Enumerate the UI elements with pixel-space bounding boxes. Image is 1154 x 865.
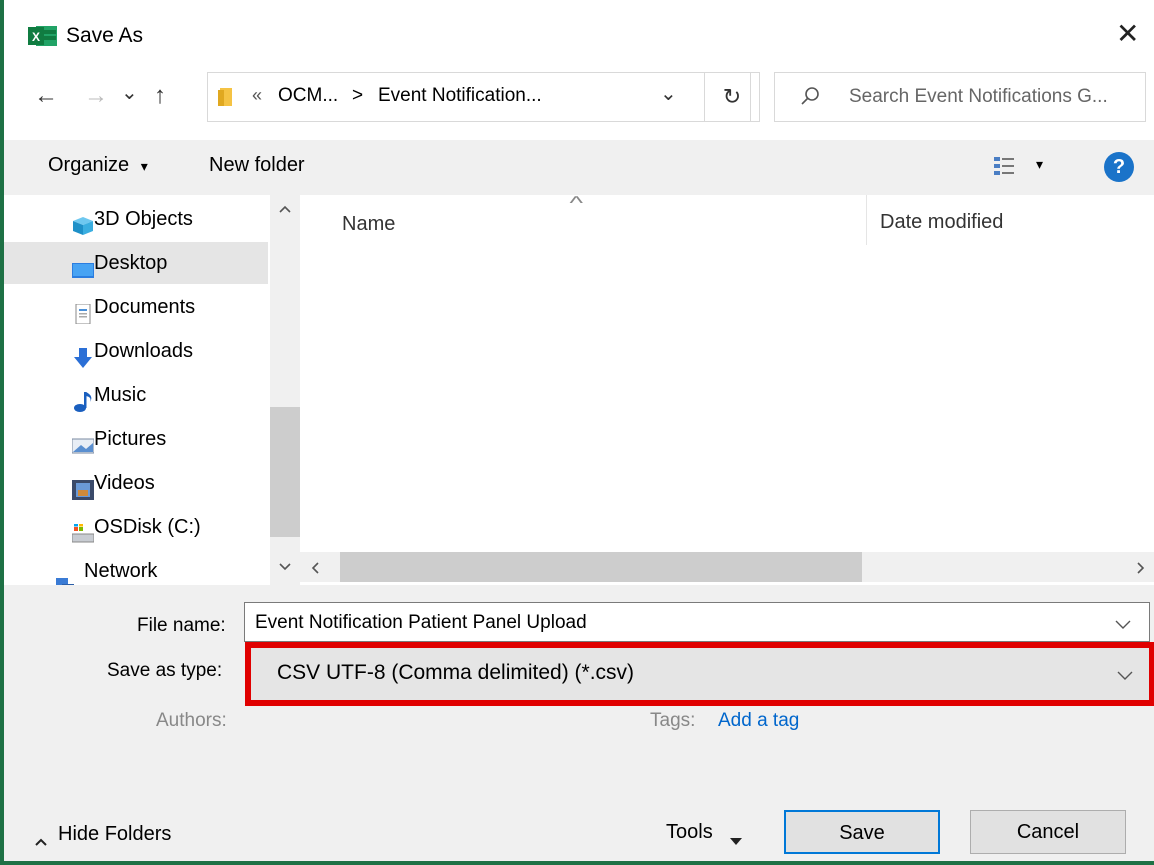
sidebar-item-label: OSDisk (C:) [94,516,201,538]
save-as-type-dropdown[interactable]: CSV UTF-8 (Comma delimited) (*.csv) [251,648,1149,700]
close-button[interactable]: ✕ [1116,20,1139,48]
sidebar-item-network[interactable]: Network [4,558,268,585]
hide-folders-label: Hide Folders [58,823,172,845]
sidebar-item-label: Desktop [94,252,168,274]
documents-icon [72,297,94,325]
cancel-button[interactable]: Cancel [970,810,1126,854]
address-segment-ocm[interactable]: OCM... [278,85,338,107]
chevron-down-icon [1117,668,1133,680]
file-name-field[interactable]: Event Notification Patient Panel Upload [244,602,1150,642]
sidebar-item-downloads[interactable]: Downloads [4,330,268,372]
sidebar-item-documents[interactable]: Documents [4,286,268,328]
svg-text:X: X [32,30,40,44]
file-name-label: File name: [137,615,226,636]
music-icon [72,385,94,412]
view-icon [994,156,1016,176]
cube-icon [72,209,94,235]
save-as-type-label: Save as type: [107,660,223,681]
view-options-button[interactable]: ▾ [994,152,1054,182]
search-box[interactable]: Search Event Notifications G... [774,72,1146,122]
save-options-panel: File name: Event Notification Patient Pa… [4,585,1154,861]
refresh-button[interactable]: ↻ [704,72,760,122]
file-list-horizontal-scrollbar[interactable] [300,552,1154,582]
address-bar[interactable]: « OCM... > Event Notification... ⌄ [207,72,751,122]
sidebar-item-label: Music [94,384,147,406]
scroll-up-arrow[interactable] [279,201,291,213]
help-icon: ? [1112,156,1126,178]
save-button[interactable]: Save [784,810,940,854]
pictures-icon [71,429,95,454]
sidebar-item-label: Videos [94,472,155,494]
title-bar: X Save As ✕ [4,0,1154,70]
scroll-thumb[interactable] [340,552,862,582]
scroll-down-arrow[interactable] [279,559,291,571]
sidebar-item-osdisk[interactable]: OSDisk (C:) [4,506,268,548]
excel-icon: X [28,24,58,48]
column-divider [866,195,867,245]
sidebar-item-label: Documents [94,296,196,318]
sidebar-item-label: Network [84,560,158,582]
window-title: Save As [66,24,144,47]
folder-icon [218,86,236,108]
tools-dropdown-button[interactable]: Tools [666,821,743,845]
address-separator: > [352,85,364,106]
file-name-value: Event Notification Patient Panel Upload [255,612,587,633]
videos-icon [72,473,94,500]
command-toolbar: Organize ▾ New folder ▾ ? [4,140,1154,195]
chevron-down-icon: ▾ [1036,156,1044,172]
caret-down-icon [730,829,743,845]
hide-folders-button[interactable]: Hide Folders [34,823,171,846]
desktop-icon [72,253,94,278]
sidebar-item-music[interactable]: Music [4,374,268,416]
tags-label: Tags: [650,710,696,731]
scroll-right-arrow[interactable] [1136,561,1146,574]
scroll-thumb[interactable] [270,407,300,537]
column-header-name[interactable]: Name [342,213,395,236]
authors-label: Authors: [156,710,227,731]
download-icon [72,341,94,368]
chevron-down-icon: ▾ [140,158,148,174]
tags-input[interactable]: Add a tag [718,710,799,732]
sort-indicator-icon: ^ [569,193,583,213]
save-as-type-value: CSV UTF-8 (Comma delimited) (*.csv) [277,661,635,684]
sidebar-item-pictures[interactable]: Pictures [4,418,268,460]
navigation-pane[interactable]: 3D Objects Desktop Documents Downloads M… [4,195,270,585]
search-placeholder: Search Event Notifications G... [849,86,1108,107]
navigation-pane-scrollbar[interactable] [270,195,300,585]
sidebar-item-label: 3D Objects [94,208,193,230]
sidebar-item-3d-objects[interactable]: 3D Objects [4,198,268,240]
new-folder-button[interactable]: New folder [209,154,305,177]
address-dropdown-arrow[interactable]: ⌄ [660,81,677,106]
file-list[interactable]: ^ Name Date modified [300,193,1154,585]
sidebar-item-label: Pictures [94,428,167,450]
drive-icon [71,517,95,543]
forward-button[interactable]: → [84,82,108,110]
recent-locations-button[interactable]: ⌄ [121,80,138,105]
sidebar-item-videos[interactable]: Videos [4,462,268,504]
save-as-dialog: X Save As ✕ ← → ⌄ ↑ « OCM... > Event Not… [0,0,1154,865]
tools-label: Tools [666,821,713,843]
search-icon [799,85,821,107]
chevron-down-icon [1115,617,1131,629]
up-button[interactable]: ↑ [154,82,166,110]
sidebar-item-desktop[interactable]: Desktop [4,242,268,284]
sidebar-item-label: Downloads [94,340,193,362]
address-overflow[interactable]: « [252,85,262,106]
network-icon [54,569,76,585]
chevron-up-icon [34,830,48,846]
back-button[interactable]: ← [34,82,58,110]
organize-button[interactable]: Organize ▾ [48,154,148,177]
address-segment-event-notification[interactable]: Event Notification... [378,85,542,107]
column-header-date-modified[interactable]: Date modified [880,211,1003,234]
scroll-left-arrow[interactable] [310,561,320,574]
help-button[interactable]: ? [1104,152,1134,182]
organize-label: Organize [48,154,130,176]
